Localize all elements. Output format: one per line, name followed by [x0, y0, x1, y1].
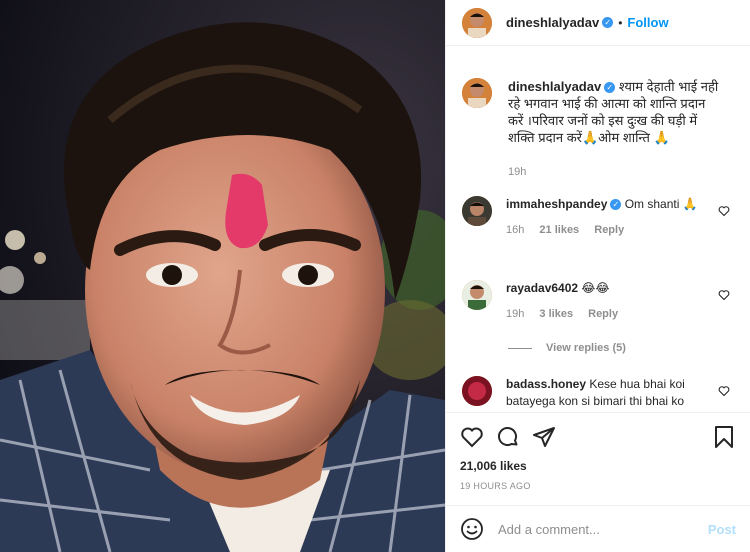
post-username[interactable]: dineshlalyadav — [506, 15, 599, 30]
comment-item: immaheshpandey ✓ Om shanti 🙏 16h 21 likes… — [446, 196, 750, 239]
caption-avatar[interactable] — [462, 78, 492, 108]
commenter-avatar[interactable] — [462, 196, 492, 226]
comments-list[interactable]: dineshlalyadav ✓ श्याम देहाती भाई नही रहे… — [446, 60, 750, 410]
comment-username[interactable]: badass.honey — [506, 377, 586, 391]
comment-item: rayadav6402 😂😂 19h 3 likes Reply — [446, 280, 750, 323]
heart-icon[interactable] — [718, 289, 730, 301]
verified-icon: ✓ — [602, 17, 614, 28]
comment-input[interactable] — [498, 521, 708, 537]
heart-icon[interactable] — [460, 425, 484, 449]
caption-username[interactable]: dineshlalyadav — [508, 79, 601, 94]
follow-button[interactable]: Follow — [627, 15, 668, 30]
commenter-avatar[interactable] — [462, 376, 492, 406]
post-button[interactable]: Post — [708, 522, 736, 537]
comment-username[interactable]: immaheshpandey — [506, 197, 607, 211]
reply-button[interactable]: Reply — [594, 224, 624, 236]
likes-count[interactable]: 21,006 likes — [460, 459, 736, 473]
share-icon[interactable] — [532, 425, 556, 449]
comment-item: badass.honey Kese hua bhai koi batayega … — [446, 376, 750, 410]
separator-dot: • — [618, 15, 623, 30]
post-header: dineshlalyadav ✓ • Follow — [446, 0, 750, 46]
commenter-avatar[interactable] — [462, 280, 492, 310]
view-replies-label[interactable]: View replies (5) — [546, 342, 626, 354]
comment-icon[interactable] — [496, 425, 520, 449]
view-replies-button[interactable]: View replies (5) — [508, 342, 626, 354]
selfie-image — [0, 0, 445, 552]
bookmark-icon[interactable] — [712, 425, 736, 449]
caption-time: 19h — [508, 166, 527, 178]
add-comment-bar: Post — [446, 505, 750, 552]
verified-icon: ✓ — [604, 82, 616, 94]
post-sidebar: dineshlalyadav ✓ • Follow dineshlalyadav… — [445, 0, 750, 552]
heart-icon[interactable] — [718, 385, 730, 397]
comment-text: Om shanti 🙏 — [624, 197, 698, 211]
reply-button[interactable]: Reply — [588, 308, 618, 320]
heart-icon[interactable] — [718, 205, 730, 217]
comment-likes[interactable]: 21 likes — [539, 224, 579, 236]
comment-time: 16h — [506, 224, 525, 236]
comment-time: 19h — [506, 308, 525, 320]
comment-text: 😂😂 — [581, 281, 610, 295]
emoji-icon[interactable] — [460, 517, 484, 541]
post-caption: dineshlalyadav ✓ श्याम देहाती भाई नही रहे… — [446, 60, 750, 181]
comment-username[interactable]: rayadav6402 — [506, 281, 578, 295]
post-photo — [0, 0, 445, 552]
comment-likes[interactable]: 3 likes — [539, 308, 573, 320]
verified-icon: ✓ — [610, 199, 622, 211]
post-timestamp[interactable]: 19 HOURS AGO — [460, 481, 736, 491]
divider-line — [508, 347, 532, 349]
avatar[interactable] — [462, 7, 492, 38]
post-actions: 21,006 likes 19 HOURS AGO — [446, 412, 750, 491]
